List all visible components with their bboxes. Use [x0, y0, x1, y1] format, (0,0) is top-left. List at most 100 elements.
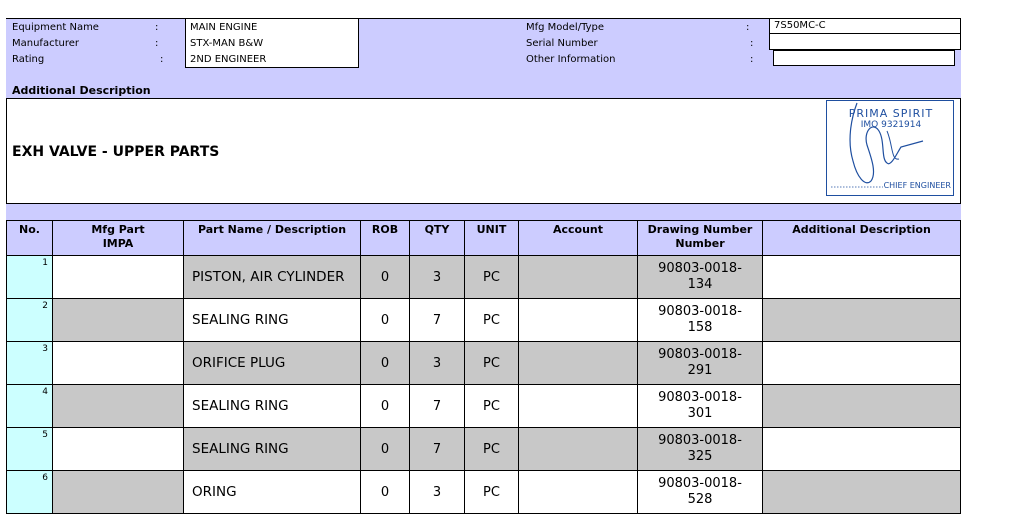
drawing-number-cell: 90803-0018- 134	[637, 255, 763, 299]
drawing-number-cell: 90803-0018- 291	[637, 341, 763, 385]
unit-cell: PC	[464, 470, 519, 514]
part-name-cell: SEALING RING	[183, 384, 361, 428]
drawing-number-line1: 90803-0018-	[658, 390, 742, 405]
part-name-cell: ORING	[183, 470, 361, 514]
label-rating: Rating	[12, 54, 45, 65]
rob-cell: 0	[360, 255, 410, 299]
colon: :	[155, 22, 159, 33]
label-manufacturer: Manufacturer	[12, 38, 79, 49]
page-title: EXH VALVE - UPPER PARTS	[12, 144, 220, 160]
col-part-name: Part Name / Description	[183, 220, 361, 256]
mfg-part-cell	[52, 470, 184, 514]
rob-cell: 0	[360, 341, 410, 385]
table-header-row: No. Mfg Part IMPA Part Name / Descriptio…	[6, 220, 961, 256]
account-cell	[518, 298, 638, 342]
table-row: 1 PISTON, AIR CYLINDER 0 3 PC 90803-0018…	[6, 255, 961, 299]
qty-cell: 3	[409, 470, 465, 514]
rob-cell: 0	[360, 384, 410, 428]
col-rob: ROB	[360, 220, 410, 256]
value-rating: 2ND ENGINEER	[190, 54, 267, 65]
part-name-cell: SEALING RING	[183, 298, 361, 342]
table-row: 6 ORING 0 3 PC 90803-0018- 528	[6, 470, 961, 514]
colon: :	[750, 54, 754, 65]
label-equipment-name: Equipment Name	[12, 22, 99, 33]
drawing-number-line1: 90803-0018-	[658, 347, 742, 362]
drawing-number-line1: 90803-0018-	[658, 433, 742, 448]
unit-cell: PC	[464, 341, 519, 385]
value-equipment-name: MAIN ENGINE	[190, 22, 258, 33]
account-cell	[518, 384, 638, 428]
additional-description-cell	[762, 298, 961, 342]
drawing-number-line2: 134	[687, 277, 713, 292]
col-qty: QTY	[409, 220, 465, 256]
col-additional-description: Additional Description	[762, 220, 961, 256]
drawing-number-line2: 158	[687, 320, 713, 335]
row-number: 2	[6, 298, 53, 342]
mfg-part-cell	[52, 341, 184, 385]
unit-cell: PC	[464, 298, 519, 342]
colon: :	[160, 54, 164, 65]
qty-cell: 3	[409, 255, 465, 299]
table-top-band	[6, 204, 961, 220]
additional-description-cell	[762, 341, 961, 385]
parts-table: No. Mfg Part IMPA Part Name / Descriptio…	[6, 220, 961, 514]
drawing-number-cell: 90803-0018- 158	[637, 298, 763, 342]
chief-engineer-stamp: PRIMA SPIRIT IMO 9321914 CHIEF ENGINEER	[826, 100, 954, 196]
additional-description-cell	[762, 255, 961, 299]
unit-cell: PC	[464, 384, 519, 428]
additional-description-label: Additional Description	[12, 84, 151, 97]
account-cell	[518, 427, 638, 471]
qty-cell: 7	[409, 427, 465, 471]
additional-description-cell	[762, 384, 961, 428]
mfg-part-cell	[52, 427, 184, 471]
drawing-number-line2: 325	[687, 449, 713, 464]
drawing-number-line1: 90803-0018-	[658, 261, 742, 276]
value-manufacturer: STX-MAN B&W	[190, 38, 264, 49]
qty-cell: 3	[409, 341, 465, 385]
account-cell	[518, 341, 638, 385]
col-no: No.	[6, 220, 53, 256]
value-serial-number	[769, 34, 961, 50]
drawing-number-line1: 90803-0018-	[658, 304, 742, 319]
mfg-part-cell	[52, 384, 184, 428]
value-mfg-model: 7S50MC-C	[769, 18, 961, 34]
unit-cell: PC	[464, 427, 519, 471]
part-name-cell: SEALING RING	[183, 427, 361, 471]
drawing-number-cell: 90803-0018- 528	[637, 470, 763, 514]
account-cell	[518, 470, 638, 514]
col-mfg-part: Mfg Part IMPA	[52, 220, 184, 256]
row-number: 3	[6, 341, 53, 385]
drawing-number-line2: 291	[687, 363, 713, 378]
mfg-part-cell	[52, 255, 184, 299]
row-number: 6	[6, 470, 53, 514]
drawing-number-cell: 90803-0018- 301	[637, 384, 763, 428]
rob-cell: 0	[360, 298, 410, 342]
table-row: 3 ORIFICE PLUG 0 3 PC 90803-0018- 291	[6, 341, 961, 385]
mfg-part-cell	[52, 298, 184, 342]
drawing-number-line1: 90803-0018-	[658, 476, 742, 491]
account-cell	[518, 255, 638, 299]
qty-cell: 7	[409, 298, 465, 342]
table-row: 2 SEALING RING 0 7 PC 90803-0018- 158	[6, 298, 961, 342]
additional-description-cell	[762, 470, 961, 514]
rob-cell: 0	[360, 470, 410, 514]
drawing-number-line2: 528	[687, 492, 713, 507]
table-row: 5 SEALING RING 0 7 PC 90803-0018- 325	[6, 427, 961, 471]
value-other-information	[773, 50, 955, 66]
col-account: Account	[518, 220, 638, 256]
qty-cell: 7	[409, 384, 465, 428]
colon: :	[746, 22, 750, 33]
col-unit: UNIT	[464, 220, 519, 256]
table-row: 4 SEALING RING 0 7 PC 90803-0018- 301	[6, 384, 961, 428]
colon: :	[155, 38, 159, 49]
row-number: 4	[6, 384, 53, 428]
colon: :	[750, 38, 754, 49]
label-mfg-model: Mfg Model/Type	[526, 22, 605, 33]
drawing-number-line2: 301	[687, 406, 713, 421]
unit-cell: PC	[464, 255, 519, 299]
row-number: 5	[6, 427, 53, 471]
col-drawing-number: Drawing Number Number	[637, 220, 763, 256]
drawing-number-cell: 90803-0018- 325	[637, 427, 763, 471]
rob-cell: 0	[360, 427, 410, 471]
label-other-information: Other Information	[526, 54, 616, 65]
